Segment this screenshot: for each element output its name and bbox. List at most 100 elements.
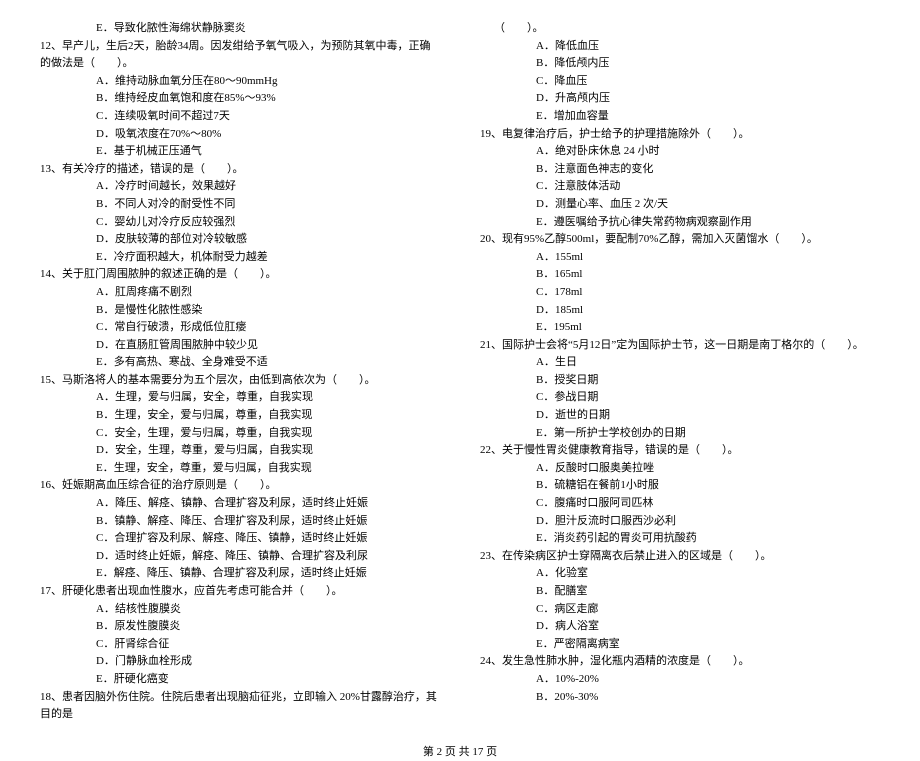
q17-options: A．结核性腹膜炎 B．原发性腹膜炎 C．肝肾综合征 D．门静脉血栓形成 E．肝硬… [96, 601, 440, 689]
q16-options: A．降压、解痉、镇静、合理扩容及利尿，适时终止妊娠 B．镇静、解痉、降压、合理扩… [96, 495, 440, 583]
question-12: 12、早产儿，生后2天，胎龄34周。因发绀给予氧气吸入，为预防其氧中毒，正确的做… [40, 38, 440, 73]
option: E．肝硬化癌变 [96, 671, 440, 689]
q-text: 妊娠期高血压综合征的治疗原则是（ ）。 [62, 479, 277, 491]
option: A．绝对卧床休息 24 小时 [536, 143, 880, 161]
option: B．维持经皮血氧饱和度在85%～93% [96, 90, 440, 108]
q-text: 发生急性肺水肿，湿化瓶内酒精的浓度是（ ）。 [502, 655, 750, 667]
q-num: 19、 [480, 128, 502, 140]
option: A．结核性腹膜炎 [96, 601, 440, 619]
option: D．测量心率、血压 2 次/天 [536, 196, 880, 214]
q-text: 早产儿，生后2天，胎龄34周。因发绀给予氧气吸入，为预防其氧中毒，正确的做法是（… [40, 40, 431, 70]
option: B．注意面色神志的变化 [536, 161, 880, 179]
option: A．反酸时口服奥美拉唑 [536, 460, 880, 478]
q-num: 16、 [40, 479, 62, 491]
option: C．连续吸氧时间不超过7天 [96, 108, 440, 126]
q-num: 22、 [480, 444, 502, 456]
q-text: 马斯洛将人的基本需要分为五个层次，由低到高依次为（ ）。 [62, 374, 376, 386]
q14-options: A．肛周疼痛不剧烈 B．是慢性化脓性感染 C．常自行破溃，形成低位肛瘘 D．在直… [96, 284, 440, 372]
option: D．门静脉血栓形成 [96, 653, 440, 671]
q21-options: A．生日 B．授奖日期 C．参战日期 D．逝世的日期 E．第一所护士学校创办的日… [536, 354, 880, 442]
option: D．吸氧浓度在70%～80% [96, 126, 440, 144]
q22-options: A．反酸时口服奥美拉唑 B．硫糖铝在餐前1小时服 C．腹痛时口服阿司匹林 D．胆… [536, 460, 880, 548]
option: B．配膳室 [536, 583, 880, 601]
option: D．逝世的日期 [536, 407, 880, 425]
q-text: 在传染病区护士穿隔离衣后禁止进入的区域是（ ）。 [502, 550, 772, 562]
option: B．授奖日期 [536, 372, 880, 390]
question-21: 21、国际护士会将“5月12日”定为国际护士节，这一日期是南丁格尔的（ ）。 [480, 337, 880, 355]
q24-options: A．10%-20% B．20%-30% [536, 671, 880, 706]
option: C．腹痛时口服阿司匹林 [536, 495, 880, 513]
q-text: 电复律治疗后，护士给予的护理措施除外（ ）。 [502, 128, 750, 140]
option: E．遵医嘱给予抗心律失常药物病观察副作用 [536, 214, 880, 232]
option: C．注意肢体活动 [536, 178, 880, 196]
option: C．婴幼儿对冷疗反应较强烈 [96, 214, 440, 232]
option-e-prev: E．导致化脓性海绵状静脉窦炎 [96, 20, 440, 38]
q-num: 23、 [480, 550, 502, 562]
q23-options: A．化验室 B．配膳室 C．病区走廊 D．病人浴室 E．严密隔离病室 [536, 565, 880, 653]
option: E．消炎药引起的胃炎可用抗酸药 [536, 530, 880, 548]
question-23: 23、在传染病区护士穿隔离衣后禁止进入的区域是（ ）。 [480, 548, 880, 566]
q-num: 17、 [40, 585, 62, 597]
option: A．生理，爱与归属，安全，尊重，自我实现 [96, 389, 440, 407]
q12-options: A．维持动脉血氧分压在80～90mmHg B．维持经皮血氧饱和度在85%～93%… [96, 73, 440, 161]
option: B．镇静、解痉、降压、合理扩容及利尿，适时终止妊娠 [96, 513, 440, 531]
option: B．165ml [536, 266, 880, 284]
option: C．178ml [536, 284, 880, 302]
q-num: 24、 [480, 655, 502, 667]
question-19: 19、电复律治疗后，护士给予的护理措施除外（ ）。 [480, 126, 880, 144]
option: A．维持动脉血氧分压在80～90mmHg [96, 73, 440, 91]
option: A．化验室 [536, 565, 880, 583]
q20-options: A．155ml B．165ml C．178ml D．185ml E．195ml [536, 249, 880, 337]
option: C．合理扩容及利尿、解痉、降压、镇静，适时终止妊娠 [96, 530, 440, 548]
option: A．降低血压 [536, 38, 880, 56]
q-num: 15、 [40, 374, 62, 386]
option: C．安全，生理，爱与归属，尊重，自我实现 [96, 425, 440, 443]
option: E．195ml [536, 319, 880, 337]
page-footer: 第 2 页 共 17 页 [40, 744, 880, 761]
option: A．生日 [536, 354, 880, 372]
q18-cont: （ ）。 [494, 20, 880, 38]
option: C．降血压 [536, 73, 880, 91]
option: D．升高颅内压 [536, 90, 880, 108]
option: D．在直肠肛管周围脓肿中较少见 [96, 337, 440, 355]
option: C．常自行破溃，形成低位肛瘘 [96, 319, 440, 337]
question-16: 16、妊娠期高血压综合征的治疗原则是（ ）。 [40, 477, 440, 495]
question-20: 20、现有95%乙醇500ml，要配制70%乙醇，需加入灭菌馏水（ ）。 [480, 231, 880, 249]
option: D．适时终止妊娠，解痉、降压、镇静、合理扩容及利尿 [96, 548, 440, 566]
question-13: 13、有关冷疗的描述，错误的是（ ）。 [40, 161, 440, 179]
option: A．155ml [536, 249, 880, 267]
question-18: 18、患者因脑外伤住院。住院后患者出现脑疝征兆，立即输入 20%甘露醇治疗，其目… [40, 689, 440, 724]
option: A．降压、解痉、镇静、合理扩容及利尿，适时终止妊娠 [96, 495, 440, 513]
option: C．病区走廊 [536, 601, 880, 619]
option: E．冷疗面积越大，机体耐受力越差 [96, 249, 440, 267]
q-text: 关于肛门周围脓肿的叙述正确的是（ ）。 [62, 268, 277, 280]
option: E．基于机械正压通气 [96, 143, 440, 161]
q-text: 关于慢性胃炎健康教育指导，错误的是（ ）。 [502, 444, 739, 456]
q-text: 患者因脑外伤住院。住院后患者出现脑疝征兆，立即输入 20%甘露醇治疗，其目的是 [40, 691, 437, 721]
option: D．胆汁反流时口服西沙必利 [536, 513, 880, 531]
option: D．185ml [536, 302, 880, 320]
option: E．生理，安全，尊重，爱与归属，自我实现 [96, 460, 440, 478]
option: B．生理，安全，爱与归属，尊重，自我实现 [96, 407, 440, 425]
option: B．硫糖铝在餐前1小时服 [536, 477, 880, 495]
q-num: 21、 [480, 339, 502, 351]
option: E．增加血容量 [536, 108, 880, 126]
option: D．安全，生理，尊重，爱与归属，自我实现 [96, 442, 440, 460]
q-num: 20、 [480, 233, 502, 245]
option: B．不同人对冷的耐受性不同 [96, 196, 440, 214]
q-text: 现有95%乙醇500ml，要配制70%乙醇，需加入灭菌馏水（ ）。 [502, 233, 818, 245]
option: D．病人浴室 [536, 618, 880, 636]
exam-page: E．导致化脓性海绵状静脉窦炎 12、早产儿，生后2天，胎龄34周。因发绀给予氧气… [40, 20, 880, 724]
q13-options: A．冷疗时间越长，效果越好 B．不同人对冷的耐受性不同 C．婴幼儿对冷疗反应较强… [96, 178, 440, 266]
option: E．多有高热、寒战、全身难受不适 [96, 354, 440, 372]
option: B．20%-30% [536, 689, 880, 707]
option: E．第一所护士学校创办的日期 [536, 425, 880, 443]
question-14: 14、关于肛门周围脓肿的叙述正确的是（ ）。 [40, 266, 440, 284]
right-column: （ ）。 A．降低血压 B．降低颅内压 C．降血压 D．升高颅内压 E．增加血容… [480, 20, 880, 724]
q-text: 肝硬化患者出现血性腹水，应首先考虑可能合并（ ）。 [62, 585, 343, 597]
option: B．是慢性化脓性感染 [96, 302, 440, 320]
option: C．参战日期 [536, 389, 880, 407]
option: A．10%-20% [536, 671, 880, 689]
q-num: 13、 [40, 163, 62, 175]
q-text: 有关冷疗的描述，错误的是（ ）。 [62, 163, 244, 175]
